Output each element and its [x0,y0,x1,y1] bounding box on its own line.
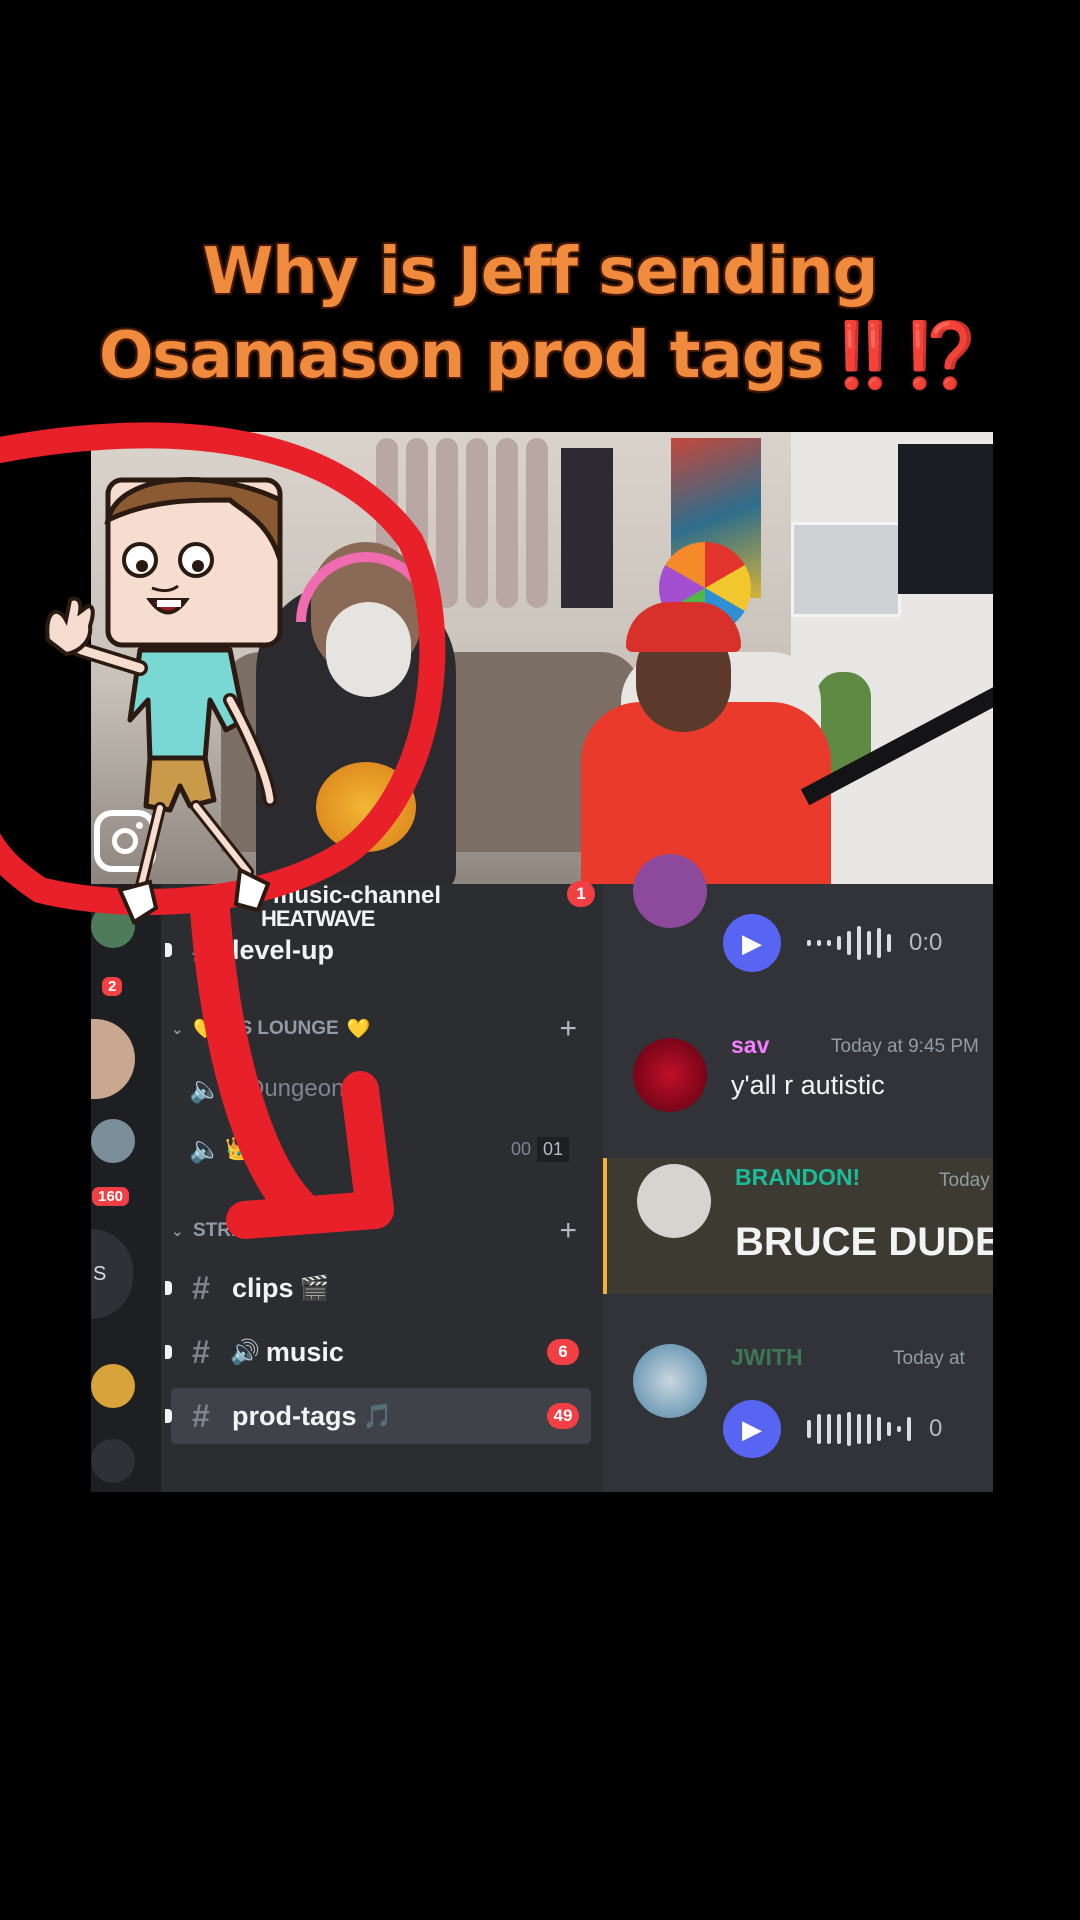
shirt-graphic [316,762,416,852]
voice-channel-dungeon[interactable]: 🔈 Dungeon [171,1064,591,1114]
message-author[interactable]: BRANDON! [735,1164,860,1191]
voice-message-player: ▶ 0:0 [723,914,942,972]
channel-label: clips [232,1272,294,1303]
play-icon[interactable]: ▶ [723,914,781,972]
server-icon[interactable] [91,1119,135,1163]
user-avatar[interactable] [637,1164,711,1238]
alarm-emoji: ‼️⁉️ [823,319,982,393]
server-icon[interactable]: S [91,1229,133,1319]
add-channel-icon[interactable]: + [559,1214,577,1248]
chat-message-mention: BRANDON! Today BRUCE DUDE [603,1158,993,1294]
voice-message-player: ▶ 0 [723,1400,942,1458]
streamer-right [581,702,831,884]
voice-user-limit: 00 01 [505,1136,569,1162]
category-lounge[interactable]: ⌄ 💛 GS LOUNGE 💛 + [171,1012,591,1046]
chevron-down-icon: ⌄ [171,1223,184,1240]
music-note-icon: 🎵 [362,1402,393,1430]
text-channel-icon: # [192,1333,210,1370]
channel-top-badge-row: 1 [171,876,601,912]
chat-message: JWITH Today at ▶ 0 [603,1336,993,1492]
channel-clips[interactable]: # clips 🎬 [165,1260,591,1316]
user-avatar[interactable] [633,1038,707,1112]
voice-channel-label: Dungeon [247,1075,345,1102]
video-caption: Why is Jeff sending Osamason prod tags‼️… [0,230,1080,398]
shelf [791,522,901,617]
audio-waveform[interactable] [807,926,891,960]
unread-indicator [165,1345,172,1359]
poster [561,448,613,608]
message-timestamp: Today [939,1170,990,1191]
channel-label: prod-tags [232,1400,357,1431]
speaker-icon[interactable] [91,1439,135,1483]
user-avatar[interactable] [633,1344,707,1418]
channel-label: music [265,1336,344,1367]
audio-waveform[interactable] [807,1412,911,1446]
chat-panel: ▶ 0:0 sav Today at 9:45 PM y'all r autis… [603,854,993,1492]
crown-icon: 👑 [225,1136,253,1161]
channel-prod-tags[interactable]: # prod-tags 🎵 49 [165,1388,591,1444]
play-icon[interactable]: ▶ [723,1400,781,1458]
instagram-icon [94,810,156,872]
skateboard-deck [466,438,488,608]
voice-lock-icon: 🔈 [189,1073,222,1104]
skateboard-deck [436,438,458,608]
voice-user-limit-value: 01 [536,1136,569,1162]
unread-badge: 1 [567,881,595,907]
text-channel-icon: # [192,1269,210,1306]
text-channel-icon: # [192,1397,210,1434]
unread-badge: 6 [547,1339,579,1365]
channel-list: music-channel 1 HEATWAVE # level-up ⌄ 💛 … [161,881,603,1492]
unread-indicator [165,1409,172,1423]
skateboard-deck [496,438,518,608]
category-label: GS LOUNGE [224,1018,339,1039]
discord-window: 2 160 S music-channel 1 HEATWAVE # level… [91,854,993,1492]
server-icon[interactable] [91,1019,135,1099]
user-avatar[interactable] [633,854,707,928]
hash-icon: # [192,931,210,968]
category-label: STREAM [193,1220,274,1241]
caption-line-1: Why is Jeff sending [202,235,879,309]
speaker-icon: 🔊 [230,1338,260,1366]
category-stream[interactable]: ⌄ STREAM + [171,1214,591,1248]
channel-level-up[interactable]: # level-up [165,922,591,978]
caption-line-2-text: Osamason prod tags [99,319,825,393]
message-timestamp: Today at [893,1348,965,1369]
message-author[interactable]: sav [731,1032,769,1059]
message-text: BRUCE DUDE [735,1220,993,1264]
tv-screen [898,444,993,594]
message-text: y'all r autistic [731,1070,885,1100]
server-badge: 2 [99,974,126,999]
channel-label: level-up [232,934,335,965]
voice-user-count: 00 [510,1138,531,1159]
skateboard-deck [526,438,548,608]
heart-icon: 💛 [346,1019,371,1040]
unread-badge: 49 [547,1403,579,1429]
server-icon[interactable] [91,1364,135,1408]
heart-icon: 💛 [193,1019,217,1040]
audio-duration: 0 [929,1415,943,1442]
voice-lock-icon: 🔈 [189,1133,222,1164]
message-author[interactable]: JWITH [731,1344,803,1371]
server-badge: 160 [91,1184,133,1209]
channel-music[interactable]: # 🔊 music 6 [165,1324,591,1380]
unread-indicator [165,943,172,957]
clapperboard-icon: 🎬 [299,1274,330,1302]
voice-channel-label: O [362,1135,382,1162]
video-frame: 2 160 S music-channel 1 HEATWAVE # level… [91,432,993,1492]
unread-indicator [165,1281,172,1295]
server-icon[interactable] [91,904,135,948]
caption-line-2: Osamason prod tags‼️⁉️ [0,314,1080,398]
chat-message: sav Today at 9:45 PM y'all r autistic [603,1032,993,1122]
voice-channel-2[interactable]: 🔈 👑 O 00 01 [171,1124,591,1174]
stream-camera-view [91,432,993,884]
add-channel-icon[interactable]: + [559,1012,577,1046]
chevron-down-icon: ⌄ [171,1021,184,1038]
server-list: 2 160 S [91,884,161,1492]
message-timestamp: Today at 9:45 PM [831,1036,979,1057]
audio-duration: 0:0 [909,929,943,956]
